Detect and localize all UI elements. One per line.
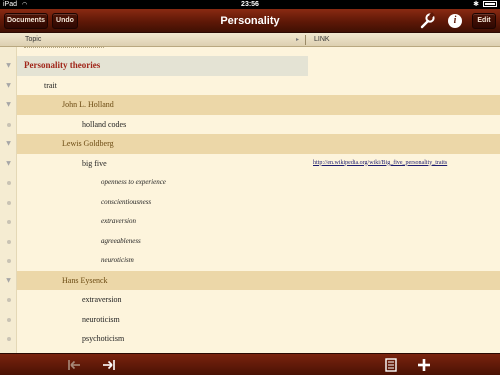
outline-row[interactable]: holland codes: [0, 115, 500, 135]
leaf-bullet-icon: [7, 181, 11, 185]
outline-row[interactable]: ▼ John L. Holland: [0, 95, 500, 115]
row-topic[interactable]: neuroticism: [82, 310, 120, 330]
topic-column-header[interactable]: Topic: [25, 33, 41, 47]
row-topic[interactable]: psychoticism: [82, 329, 124, 349]
column-header: Topic ▸ LINK: [0, 33, 500, 47]
outline-row[interactable]: neuroticism: [0, 251, 500, 271]
outline-row[interactable]: openness to experience: [0, 173, 500, 193]
bluetooth-icon: ✱: [473, 1, 480, 8]
row-topic[interactable]: agreeableness: [101, 232, 141, 252]
undo-button[interactable]: Undo: [52, 13, 78, 29]
column-divider[interactable]: [305, 35, 306, 45]
disclosure-triangle-icon[interactable]: ▼: [5, 82, 12, 89]
leaf-bullet-icon: [7, 317, 11, 322]
battery-icon: [483, 1, 497, 7]
disclosure-triangle-icon[interactable]: ▼: [5, 160, 12, 167]
row-topic[interactable]: extraversion: [101, 212, 136, 232]
disclosure-triangle-icon[interactable]: ▼: [5, 277, 12, 284]
row-topic[interactable]: big five: [82, 154, 107, 174]
outdent-icon[interactable]: [66, 357, 82, 373]
edit-button[interactable]: Edit: [472, 13, 496, 29]
row-topic[interactable]: conscientiousness: [101, 193, 151, 213]
leaf-bullet-icon: [7, 337, 11, 341]
notes-icon[interactable]: [383, 357, 399, 373]
row-topic[interactable]: Personality theories: [24, 56, 100, 76]
bottom-toolbar: [0, 353, 500, 375]
outline-row[interactable]: agreeableness: [0, 232, 500, 252]
row-topic[interactable]: neuroticism: [101, 251, 134, 271]
column-resize-icon[interactable]: ▸: [296, 33, 299, 47]
info-icon[interactable]: i: [448, 14, 462, 28]
documents-button[interactable]: Documents: [4, 13, 48, 29]
leaf-bullet-icon: [7, 122, 11, 127]
row-topic[interactable]: John L. Holland: [62, 95, 114, 115]
outline-view: ▼ Personality theories ▼ trait ▼ John L.…: [0, 47, 500, 353]
disclosure-triangle-icon[interactable]: ▼: [5, 140, 12, 147]
leaf-bullet-icon: [7, 220, 11, 224]
link-column-header[interactable]: LINK: [314, 33, 330, 47]
outline-row[interactable]: ▼ Hans Eysenck: [0, 270, 500, 291]
outline-row[interactable]: extraversion: [0, 212, 500, 232]
status-bar: iPad ◠ 23:56 ✱: [0, 0, 500, 9]
outline-row[interactable]: ▼ trait: [0, 76, 500, 96]
outline-row[interactable]: psychoticism: [0, 329, 500, 349]
indent-icon[interactable]: [101, 357, 117, 373]
status-right: ✱: [473, 0, 497, 9]
scroll-edge: [24, 47, 104, 50]
document-title: Personality: [220, 15, 280, 27]
leaf-bullet-icon: [7, 259, 11, 263]
row-topic[interactable]: trait: [44, 76, 57, 96]
outline-row[interactable]: ▼ big five http://en.wikipedia.org/wiki/…: [0, 154, 500, 174]
outline-row[interactable]: conscientiousness: [0, 193, 500, 213]
row-link[interactable]: http://en.wikipedia.org/wiki/Big_five_pe…: [313, 154, 447, 174]
leaf-bullet-icon: [7, 239, 11, 244]
row-topic[interactable]: openness to experience: [101, 173, 166, 193]
leaf-bullet-icon: [7, 200, 11, 205]
disclosure-triangle-icon[interactable]: ▼: [5, 101, 12, 108]
wrench-icon[interactable]: [418, 12, 436, 30]
row-topic[interactable]: holland codes: [82, 115, 126, 135]
leaf-bullet-icon: [7, 298, 11, 302]
disclosure-triangle-icon[interactable]: ▼: [5, 62, 12, 69]
top-toolbar: Documents Undo Personality i Edit: [0, 9, 500, 33]
outline-row[interactable]: neuroticism: [0, 310, 500, 330]
row-topic[interactable]: Lewis Goldberg: [62, 134, 114, 154]
outline-row-heading[interactable]: ▼ Personality theories: [0, 56, 500, 76]
outline-row[interactable]: ▼ Lewis Goldberg: [0, 134, 500, 154]
clock: 23:56: [241, 1, 259, 8]
add-icon[interactable]: [416, 357, 432, 373]
outline-row[interactable]: extraversion: [0, 290, 500, 310]
row-topic[interactable]: Hans Eysenck: [62, 271, 108, 291]
row-topic[interactable]: extraversion: [82, 290, 122, 310]
